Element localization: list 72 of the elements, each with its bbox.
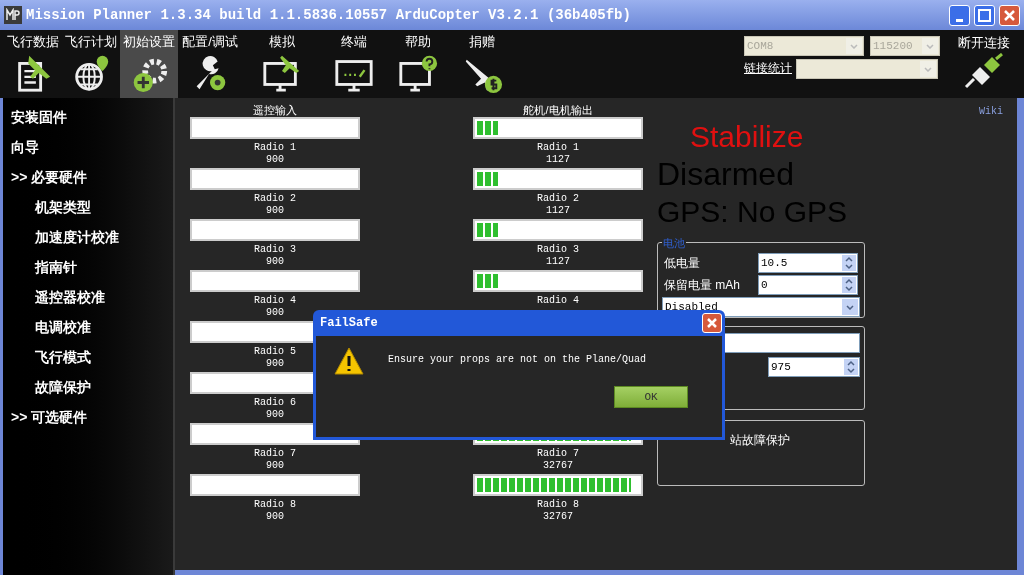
channel-value: 900 <box>266 511 284 523</box>
field-label: 低电量 <box>664 255 700 272</box>
number-spinner[interactable]: 10.5 <box>758 253 858 273</box>
channel-value: 900 <box>266 460 284 472</box>
channel-label: Radio 4 <box>254 295 296 307</box>
disconnect-button[interactable]: 断开连接 <box>944 30 1024 98</box>
dropdown[interactable] <box>722 333 860 353</box>
flight-mode-text: Stabilize <box>690 120 805 154</box>
group-title: 电池 <box>662 235 686 252</box>
sidebar-item[interactable]: 故障保护 <box>3 372 173 402</box>
sidebar-item[interactable]: 机架类型 <box>3 192 173 222</box>
column-title: 舵机/电机输出 <box>523 103 593 117</box>
close-icon <box>1003 8 1016 22</box>
channel-label: Radio 2 <box>254 193 296 205</box>
channel-label: Radio 6 <box>254 397 296 409</box>
window-title: Mission Planner 1.3.34 build 1.1.5836.10557 ArduCopter V3.2.1 (36b405fb) <box>26 5 632 25</box>
plug-icon <box>964 52 1004 89</box>
minimize-icon <box>955 18 964 22</box>
channel-value: 900 <box>266 256 284 268</box>
channel-label: Radio 1 <box>537 142 579 154</box>
sidebar-item[interactable]: 电调校准 <box>3 312 173 342</box>
channel-value: 1127 <box>546 256 570 268</box>
ok-button[interactable]: OK <box>614 386 688 408</box>
channel-label: Radio 3 <box>537 244 579 256</box>
spinner-arrows-icon <box>844 359 858 375</box>
group-label: 站故障保护 <box>730 433 790 447</box>
close-button[interactable] <box>999 4 1020 26</box>
wiki-link[interactable]: Wiki <box>979 104 1003 118</box>
toolbar-tab[interactable]: 初始设置 <box>120 30 178 98</box>
channel-label: Radio 7 <box>254 448 296 460</box>
maximize-icon <box>978 8 991 22</box>
sidebar-item[interactable]: 指南针 <box>3 252 173 282</box>
channel-value: 900 <box>266 154 284 166</box>
sidebar-item[interactable]: >> 必要硬件 <box>3 162 173 192</box>
channel-label: Radio 2 <box>537 193 579 205</box>
channel-label: Radio 8 <box>254 499 296 511</box>
spinner-arrows-icon <box>842 277 856 293</box>
maximize-button[interactable] <box>974 4 995 26</box>
channel-label: Radio 7 <box>537 448 579 460</box>
sidebar-item[interactable]: 遥控器校准 <box>3 282 173 312</box>
channel-value: 32767 <box>543 460 573 472</box>
app-icon <box>4 6 22 24</box>
channel-value: 900 <box>266 307 284 319</box>
field-label: 保留电量 mAh <box>664 277 740 294</box>
dialog-message: Ensure your props are not on the Plane/Quad <box>388 353 647 367</box>
minimize-button[interactable] <box>949 4 970 26</box>
channel-label: Radio 8 <box>537 499 579 511</box>
number-spinner[interactable]: 975 <box>768 357 860 377</box>
sidebar-item[interactable]: 飞行模式 <box>3 342 173 372</box>
channel-value: 900 <box>266 409 284 421</box>
sidebar-item[interactable]: 安装固件 <box>3 102 173 132</box>
sidebar-item[interactable]: >> 可选硬件 <box>3 402 173 432</box>
channel-value: 900 <box>266 205 284 217</box>
link-stats-link[interactable]: 链接统计 <box>744 59 796 79</box>
channel-value: 32767 <box>543 511 573 523</box>
channel-value: 1127 <box>546 154 570 166</box>
sidebar-item[interactable]: 向导 <box>3 132 173 162</box>
sidebar-item[interactable]: 加速度计校准 <box>3 222 173 252</box>
close-button[interactable] <box>702 313 722 333</box>
channel-label: Radio 5 <box>254 346 296 358</box>
channel-value: 900 <box>266 358 284 370</box>
channel-label: Radio 4 <box>537 295 579 307</box>
dialog-title: FailSafe <box>320 315 378 332</box>
close-icon <box>705 316 719 330</box>
column-title: 遥控输入 <box>253 103 297 117</box>
channel-label: Radio 1 <box>254 142 296 154</box>
action-dropdown[interactable]: Disabled <box>662 297 860 317</box>
channel-value: 1127 <box>546 205 570 217</box>
warning-icon <box>334 346 364 376</box>
spinner-arrows-icon <box>842 255 856 271</box>
channel-label: Radio 3 <box>254 244 296 256</box>
number-spinner[interactable]: 0 <box>758 275 858 295</box>
